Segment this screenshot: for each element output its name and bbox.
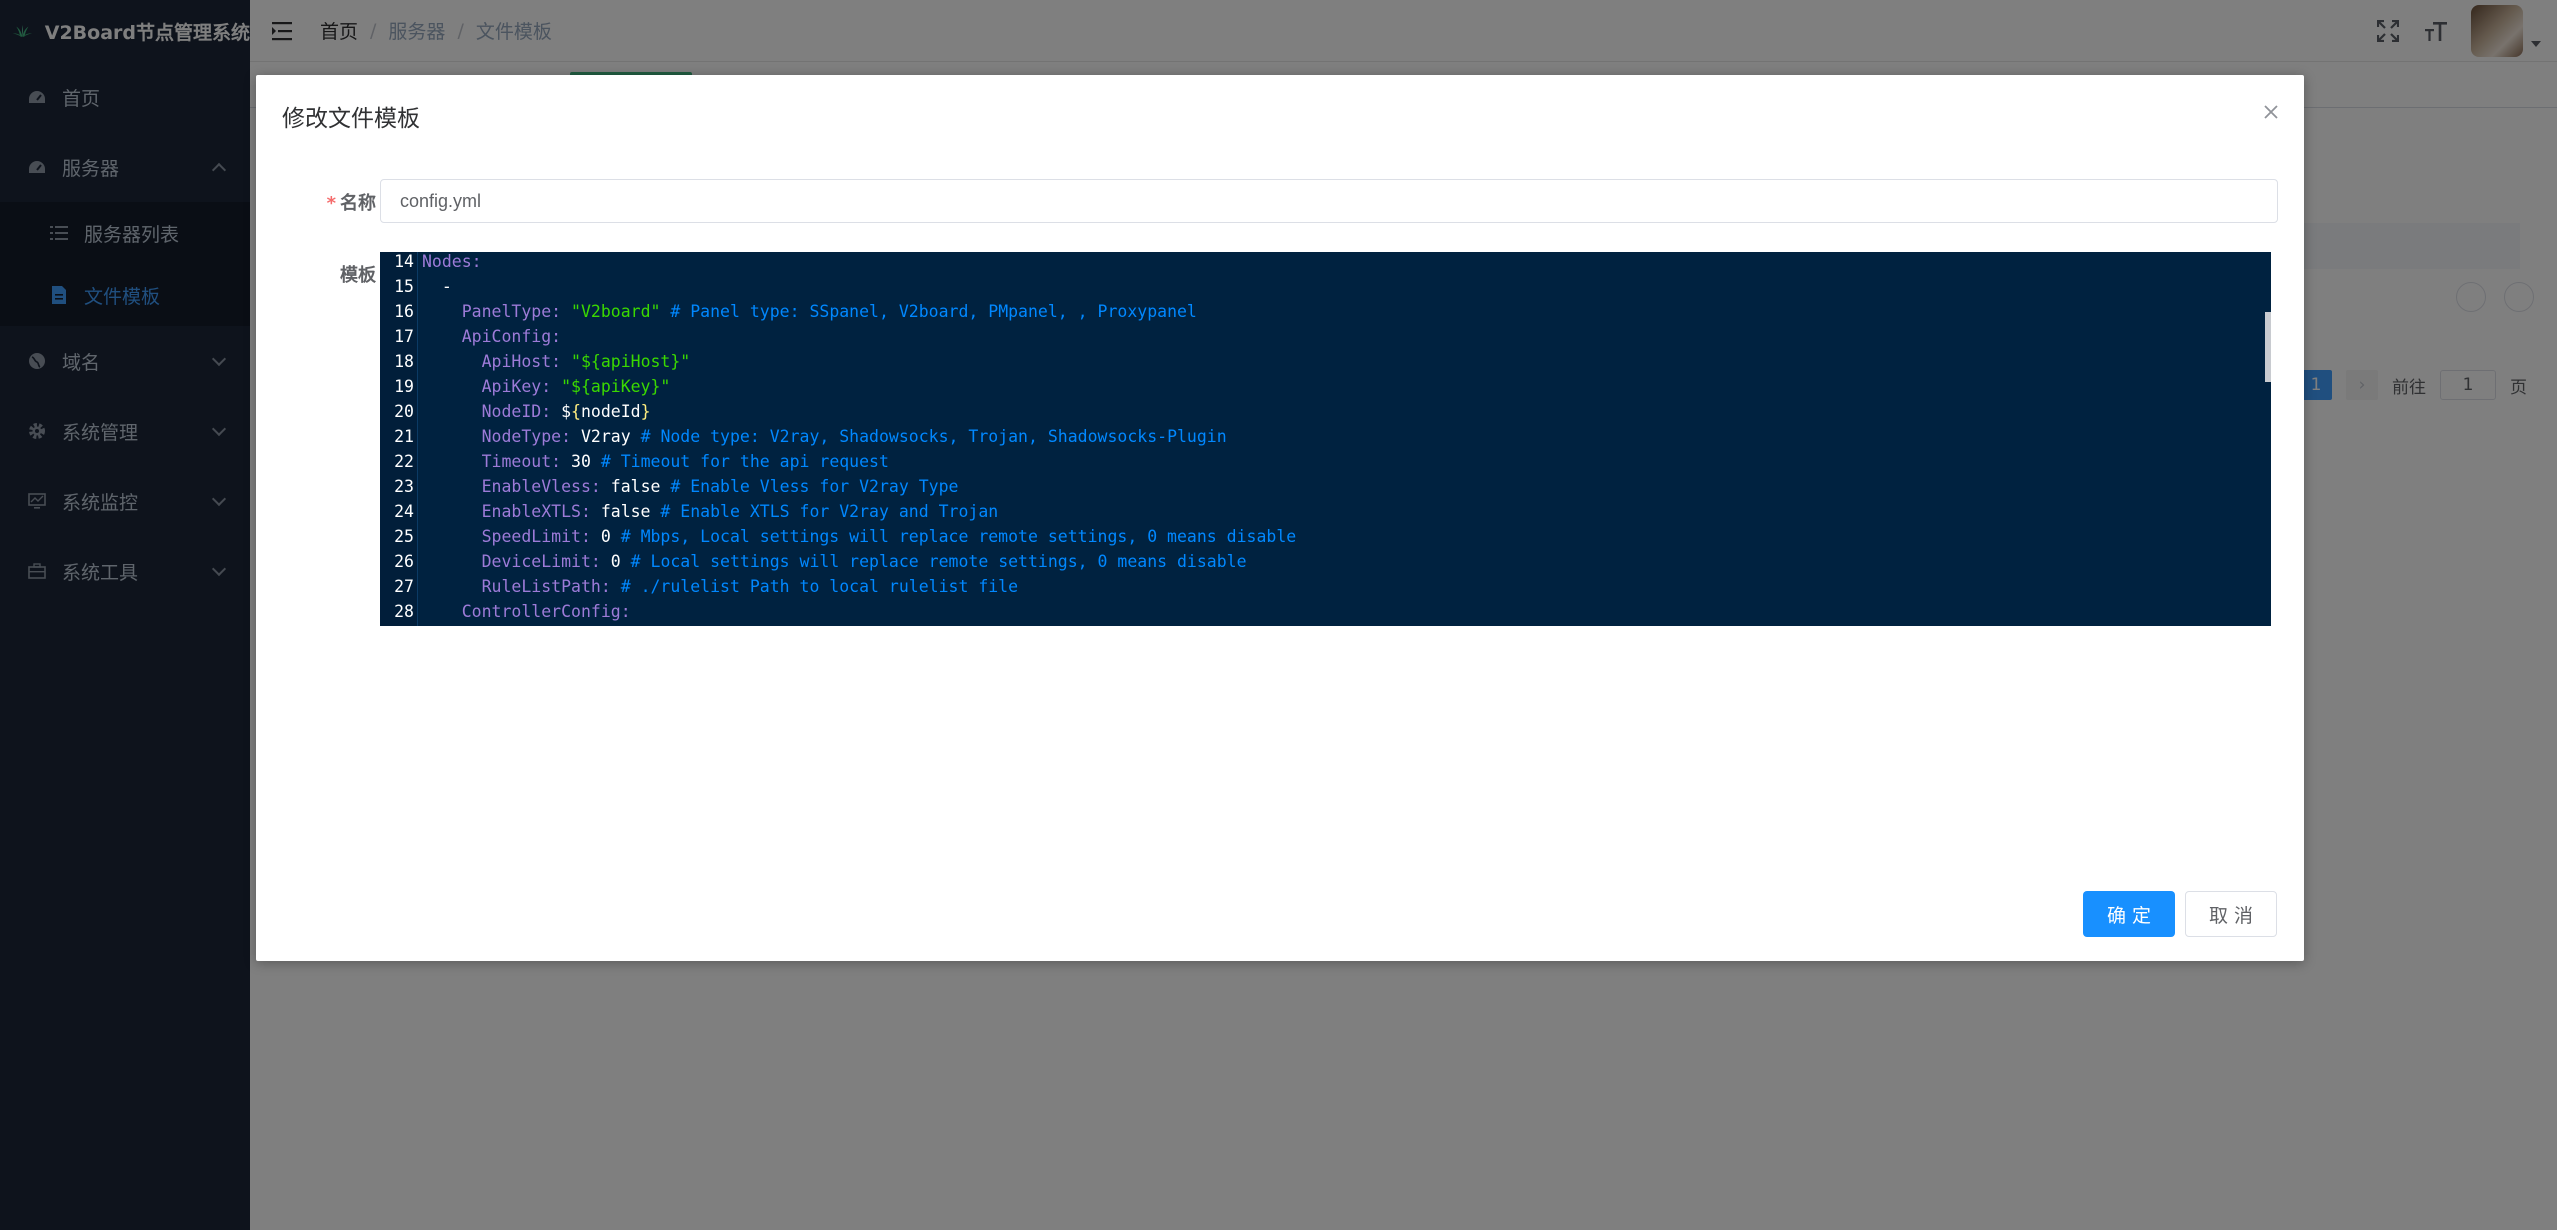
code-text: ApiKey: "${apiKey}" <box>481 377 671 396</box>
code-text: ApiConfig: <box>461 327 562 346</box>
code-text: SpeedLimit: 0 # Mbps, Local settings wil… <box>481 527 1297 546</box>
editor-scrollbar[interactable] <box>2265 312 2271 382</box>
edit-template-dialog: 修改文件模板 * 名称 config.yml 模板 14 Nodes: 15 -16 … <box>256 75 2304 961</box>
code-text: PanelType: "V2board" # Panel type: SSpan… <box>461 302 1197 321</box>
name-label: * 名称 <box>266 189 376 215</box>
line-number: 14 <box>394 252 414 271</box>
code-text: DeviceLimit: 0 # Local settings will rep… <box>481 552 1247 571</box>
code-text: ControllerConfig: <box>461 602 631 621</box>
line-number: 23 <box>394 477 414 496</box>
line-number: 17 <box>394 327 414 346</box>
line-number: 27 <box>394 577 414 596</box>
code-text: Timeout: 30 # Timeout for the api reques… <box>481 452 889 471</box>
line-number: 28 <box>394 602 414 621</box>
line-number: 22 <box>394 452 414 471</box>
template-label: 模板 <box>340 265 376 286</box>
line-number: 15 <box>394 277 414 296</box>
line-number: 24 <box>394 502 414 521</box>
code-text: ApiHost: "${apiHost}" <box>481 352 691 371</box>
line-number: 25 <box>394 527 414 546</box>
line-number: 26 <box>394 552 414 571</box>
line-number: 21 <box>394 427 414 446</box>
code-editor[interactable]: 14 Nodes: 15 -16 PanelType: "V2board" # Pa… <box>380 252 2271 626</box>
close-icon[interactable] <box>2260 101 2282 123</box>
dialog-title: 修改文件模板 <box>282 106 420 132</box>
confirm-button[interactable]: 确 定 <box>2083 891 2175 937</box>
code-text: Nodes: <box>422 252 482 271</box>
code-text: EnableVless: false # Enable Vless for V2… <box>481 477 959 496</box>
name-input[interactable]: config.yml <box>380 179 2278 223</box>
name-label-text: 名称 <box>340 193 376 214</box>
code-text: - <box>422 277 452 296</box>
code-text: RuleListPath: # ./rulelist Path to local… <box>481 577 1019 596</box>
code-text: NodeID: ${nodeId} <box>481 402 651 421</box>
code-text: EnableXTLS: false # Enable XTLS for V2ra… <box>481 502 999 521</box>
cancel-button[interactable]: 取 消 <box>2185 891 2277 937</box>
required-asterisk: * <box>326 193 336 214</box>
line-number: 19 <box>394 377 414 396</box>
line-number: 16 <box>394 302 414 321</box>
line-number: 20 <box>394 402 414 421</box>
line-number: 18 <box>394 352 414 371</box>
code-text: NodeType: V2ray # Node type: V2ray, Shad… <box>481 427 1227 446</box>
